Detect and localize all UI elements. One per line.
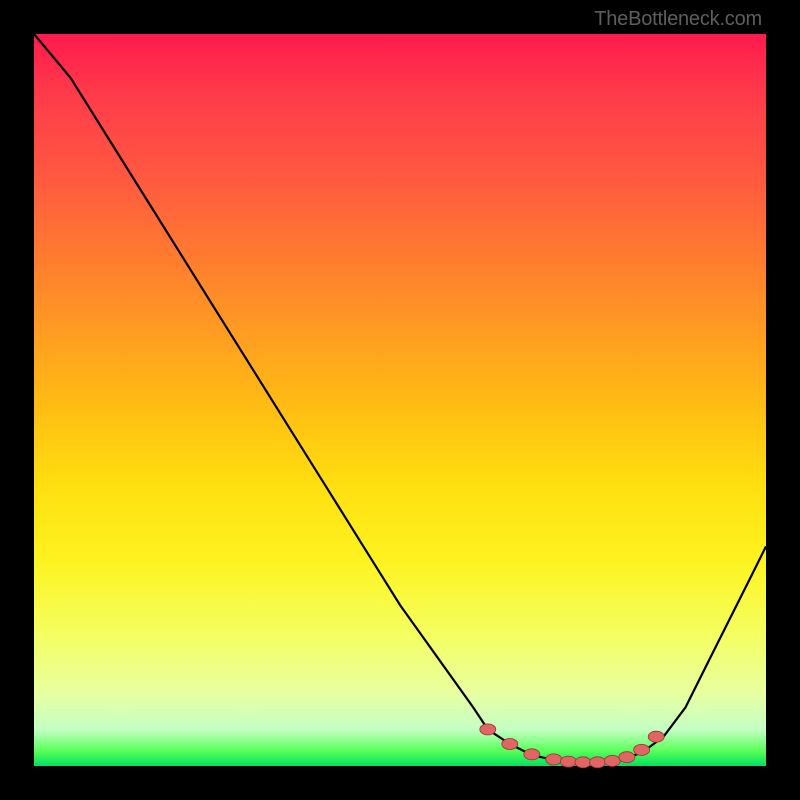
marker-bead (502, 739, 518, 750)
marker-bead (619, 752, 635, 763)
marker-bead (648, 731, 664, 742)
curve-layer (34, 34, 766, 766)
chart-frame: TheBottleneck.com (0, 0, 800, 800)
marker-bead (604, 755, 620, 766)
marker-bead (480, 724, 496, 735)
marker-bead (634, 744, 650, 755)
plot-area (34, 34, 766, 766)
attribution-text: TheBottleneck.com (594, 8, 762, 31)
marker-bead (524, 749, 540, 760)
marker-bead (575, 757, 591, 768)
marker-bead (560, 756, 576, 767)
marker-bead (590, 757, 606, 768)
optimum-markers (480, 724, 664, 768)
marker-bead (546, 754, 562, 765)
bottleneck-curve (34, 34, 766, 762)
